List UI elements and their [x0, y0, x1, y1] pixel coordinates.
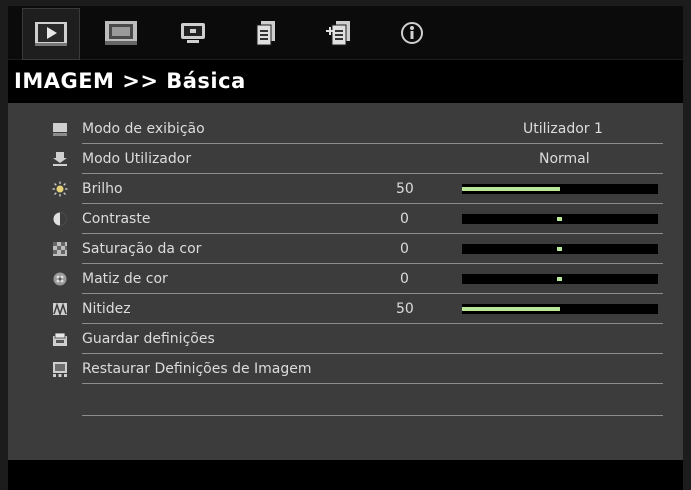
menu-item-hue[interactable]: Matiz de cor 0	[8, 264, 683, 294]
menu-item-value: Normal	[539, 151, 590, 167]
save-settings-icon	[53, 332, 67, 346]
menu-item-label: Nitidez	[82, 301, 131, 317]
menu-empty-row	[8, 386, 683, 416]
brightness-sun-icon	[52, 181, 68, 197]
menu-item-value: 0	[400, 271, 409, 287]
slider-marker	[557, 277, 562, 281]
settings-menu: Modo de exibição Utilizador 1 Modo Utili…	[8, 103, 683, 460]
divider	[82, 383, 663, 384]
tab-advanced[interactable]	[311, 8, 367, 58]
osd-menu: IMAGEM >> Básica Modo de exibição Utiliz…	[0, 0, 691, 490]
menu-item-label: Saturação da cor	[82, 241, 202, 257]
hue-slider[interactable]	[462, 274, 658, 284]
brightness-slider[interactable]	[462, 184, 658, 194]
display-mode-icon	[53, 123, 67, 136]
menu-item-saturation[interactable]: Saturação da cor 0	[8, 234, 683, 264]
status-bar	[8, 460, 683, 490]
menu-item-value: Utilizador 1	[523, 121, 603, 137]
menu-item-contrast[interactable]: Contraste 0	[8, 204, 683, 234]
user-mode-icon	[53, 152, 67, 166]
tab-options[interactable]	[238, 8, 294, 58]
info-icon	[401, 22, 423, 44]
reset-image-icon	[53, 362, 67, 377]
menu-item-sharpness[interactable]: Nitidez 50	[8, 294, 683, 324]
menu-item-value: 50	[396, 301, 414, 317]
contrast-slider[interactable]	[462, 214, 658, 224]
menu-item-label: Modo de exibição	[82, 121, 205, 137]
menu-item-label: Guardar definições	[82, 331, 215, 347]
menu-item-label: Modo Utilizador	[82, 151, 192, 167]
menu-item-label: Matiz de cor	[82, 271, 168, 287]
saturation-icon	[53, 242, 67, 256]
menu-item-value: 0	[400, 211, 409, 227]
contrast-icon	[53, 212, 67, 226]
hue-icon	[53, 272, 67, 286]
sharpness-slider[interactable]	[462, 304, 658, 314]
menu-item-value: 50	[396, 181, 414, 197]
slider-marker	[557, 247, 562, 251]
slider-marker	[557, 217, 562, 221]
menu-item-user-mode[interactable]: Modo Utilizador Normal	[8, 144, 683, 174]
menu-item-display-mode[interactable]: Modo de exibição Utilizador 1	[8, 114, 683, 144]
tab-display[interactable]	[93, 8, 149, 58]
tab-image[interactable]	[22, 8, 80, 60]
slider-fill	[462, 307, 560, 311]
menu-item-save-settings[interactable]: Guardar definições	[8, 324, 683, 354]
tab-bar	[8, 6, 683, 60]
document-plus-icon	[326, 21, 350, 46]
menu-item-value: 0	[400, 241, 409, 257]
divider	[82, 415, 663, 416]
slider-fill	[462, 187, 560, 191]
screen-settings-icon	[181, 23, 205, 43]
image-play-icon	[35, 22, 67, 46]
menu-item-brightness[interactable]: Brilho 50	[8, 174, 683, 204]
tab-setup[interactable]	[165, 8, 221, 58]
sharpness-icon	[53, 302, 67, 317]
menu-item-label: Contraste	[82, 211, 151, 227]
page-title: IMAGEM >> Básica	[14, 69, 246, 93]
document-icon	[256, 21, 275, 46]
menu-item-reset-image[interactable]: Restaurar Definições de Imagem	[8, 354, 683, 384]
display-film-icon	[105, 21, 137, 45]
menu-item-label: Restaurar Definições de Imagem	[82, 361, 312, 377]
menu-item-label: Brilho	[82, 181, 123, 197]
tab-information[interactable]	[384, 8, 440, 58]
saturation-slider[interactable]	[462, 244, 658, 254]
title-bar: IMAGEM >> Básica	[8, 60, 683, 103]
